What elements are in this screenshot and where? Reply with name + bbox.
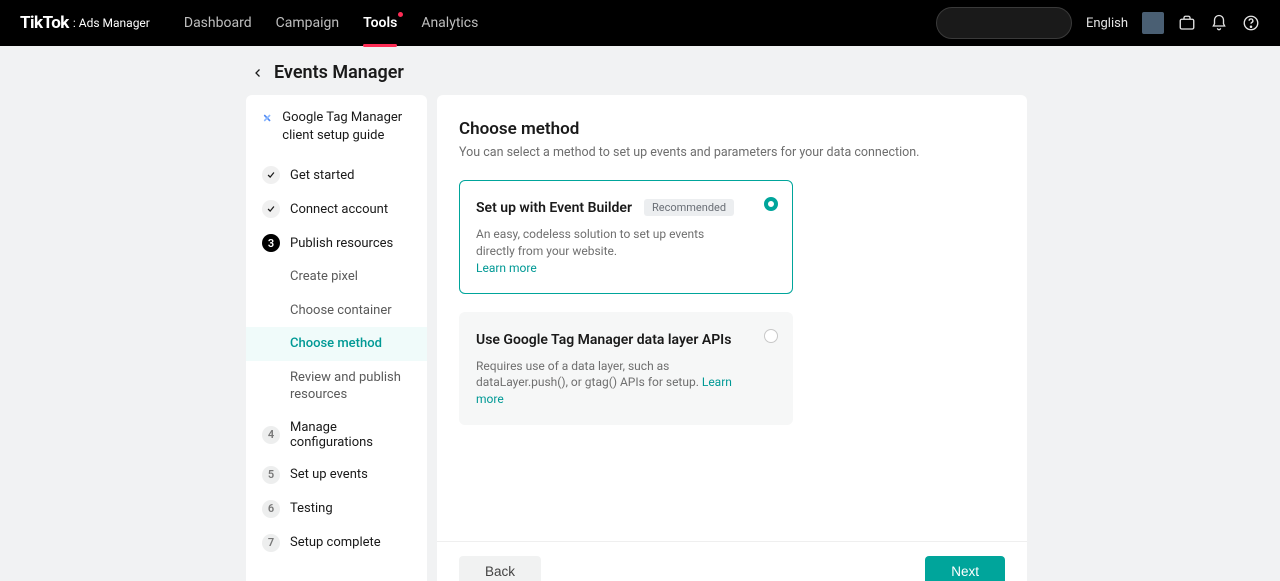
step-testing[interactable]: 6 Testing [246,492,427,526]
step-setup-complete[interactable]: 7 Setup complete [246,526,427,560]
option-title: Use Google Tag Manager data layer APIs [476,332,731,348]
step-number-icon: 7 [262,534,280,552]
step-label: Setup complete [290,535,381,550]
header-right: English [936,7,1260,39]
step-number-icon: 3 [262,234,280,252]
step-number-icon: 6 [262,500,280,518]
step-connect-account[interactable]: Connect account [246,192,427,226]
substep-choose-method[interactable]: Choose method [246,327,427,361]
back-button[interactable]: Back [459,556,541,581]
back-chevron-icon[interactable] [252,67,264,79]
check-icon [262,200,280,218]
option-title: Set up with Event Builder [476,200,632,216]
sidebar-heading: Google Tag Manager client setup guide [246,109,427,158]
step-number-icon: 4 [262,426,280,444]
option-event-builder[interactable]: Set up with Event Builder Recommended An… [459,180,793,294]
nav-dashboard[interactable]: Dashboard [184,0,252,46]
nav-tools[interactable]: Tools [363,0,397,46]
substep-choose-container[interactable]: Choose container [246,294,427,328]
help-icon[interactable] [1242,14,1260,32]
breadcrumb: Events Manager [0,46,1280,95]
option-desc-text: Requires use of a data layer, such as da… [476,359,702,390]
language-selector[interactable]: English [1086,16,1128,31]
next-button[interactable]: Next [925,556,1005,581]
main-panel: Choose method You can select a method to… [437,95,1027,581]
step-label: Set up events [290,467,368,482]
radio-icon [764,197,778,211]
step-label: Manage configurations [290,420,411,450]
sidebar-heading-text: Google Tag Manager client setup guide [282,109,411,144]
radio-icon [764,329,778,343]
account-pill[interactable] [936,7,1072,39]
page-title: Events Manager [274,62,404,83]
step-manage-configurations[interactable]: 4 Manage configurations [246,412,427,458]
substep-review-publish[interactable]: Review and publish resources [246,361,427,412]
main-desc: You can select a method to set up events… [459,145,1005,160]
logo-main: TikTok [20,13,69,33]
app-header: TikTok : Ads Manager Dashboard Campaign … [0,0,1280,46]
avatar[interactable] [1142,12,1164,34]
option-desc: An easy, codeless solution to set up eve… [476,226,742,276]
step-number-icon: 5 [262,466,280,484]
logo-sub: : Ads Manager [73,16,150,30]
step-label: Connect account [290,202,388,217]
step-label: Publish resources [290,236,393,251]
check-icon [262,166,280,184]
step-label: Get started [290,168,354,183]
option-desc-text: An easy, codeless solution to set up eve… [476,227,704,258]
substep-create-pixel[interactable]: Create pixel [246,260,427,294]
option-desc: Requires use of a data layer, such as da… [476,358,742,408]
wizard-footer: Back Next [437,541,1027,581]
option-gtm-data-layer[interactable]: Use Google Tag Manager data layer APIs R… [459,312,793,425]
nav-analytics[interactable]: Analytics [421,0,478,46]
gtm-icon [262,109,272,127]
nav-campaign[interactable]: Campaign [276,0,339,46]
step-get-started[interactable]: Get started [246,158,427,192]
step-set-up-events[interactable]: 5 Set up events [246,458,427,492]
step-publish-resources[interactable]: 3 Publish resources [246,226,427,260]
recommended-badge: Recommended [644,199,734,216]
learn-more-link[interactable]: Learn more [476,261,537,275]
top-nav: Dashboard Campaign Tools Analytics [184,0,478,46]
main-title: Choose method [459,119,1005,139]
logo[interactable]: TikTok : Ads Manager [20,13,150,33]
bell-icon[interactable] [1210,14,1228,32]
setup-sidebar: Google Tag Manager client setup guide Ge… [246,95,427,581]
step-label: Testing [290,501,333,516]
briefcase-icon[interactable] [1178,14,1196,32]
